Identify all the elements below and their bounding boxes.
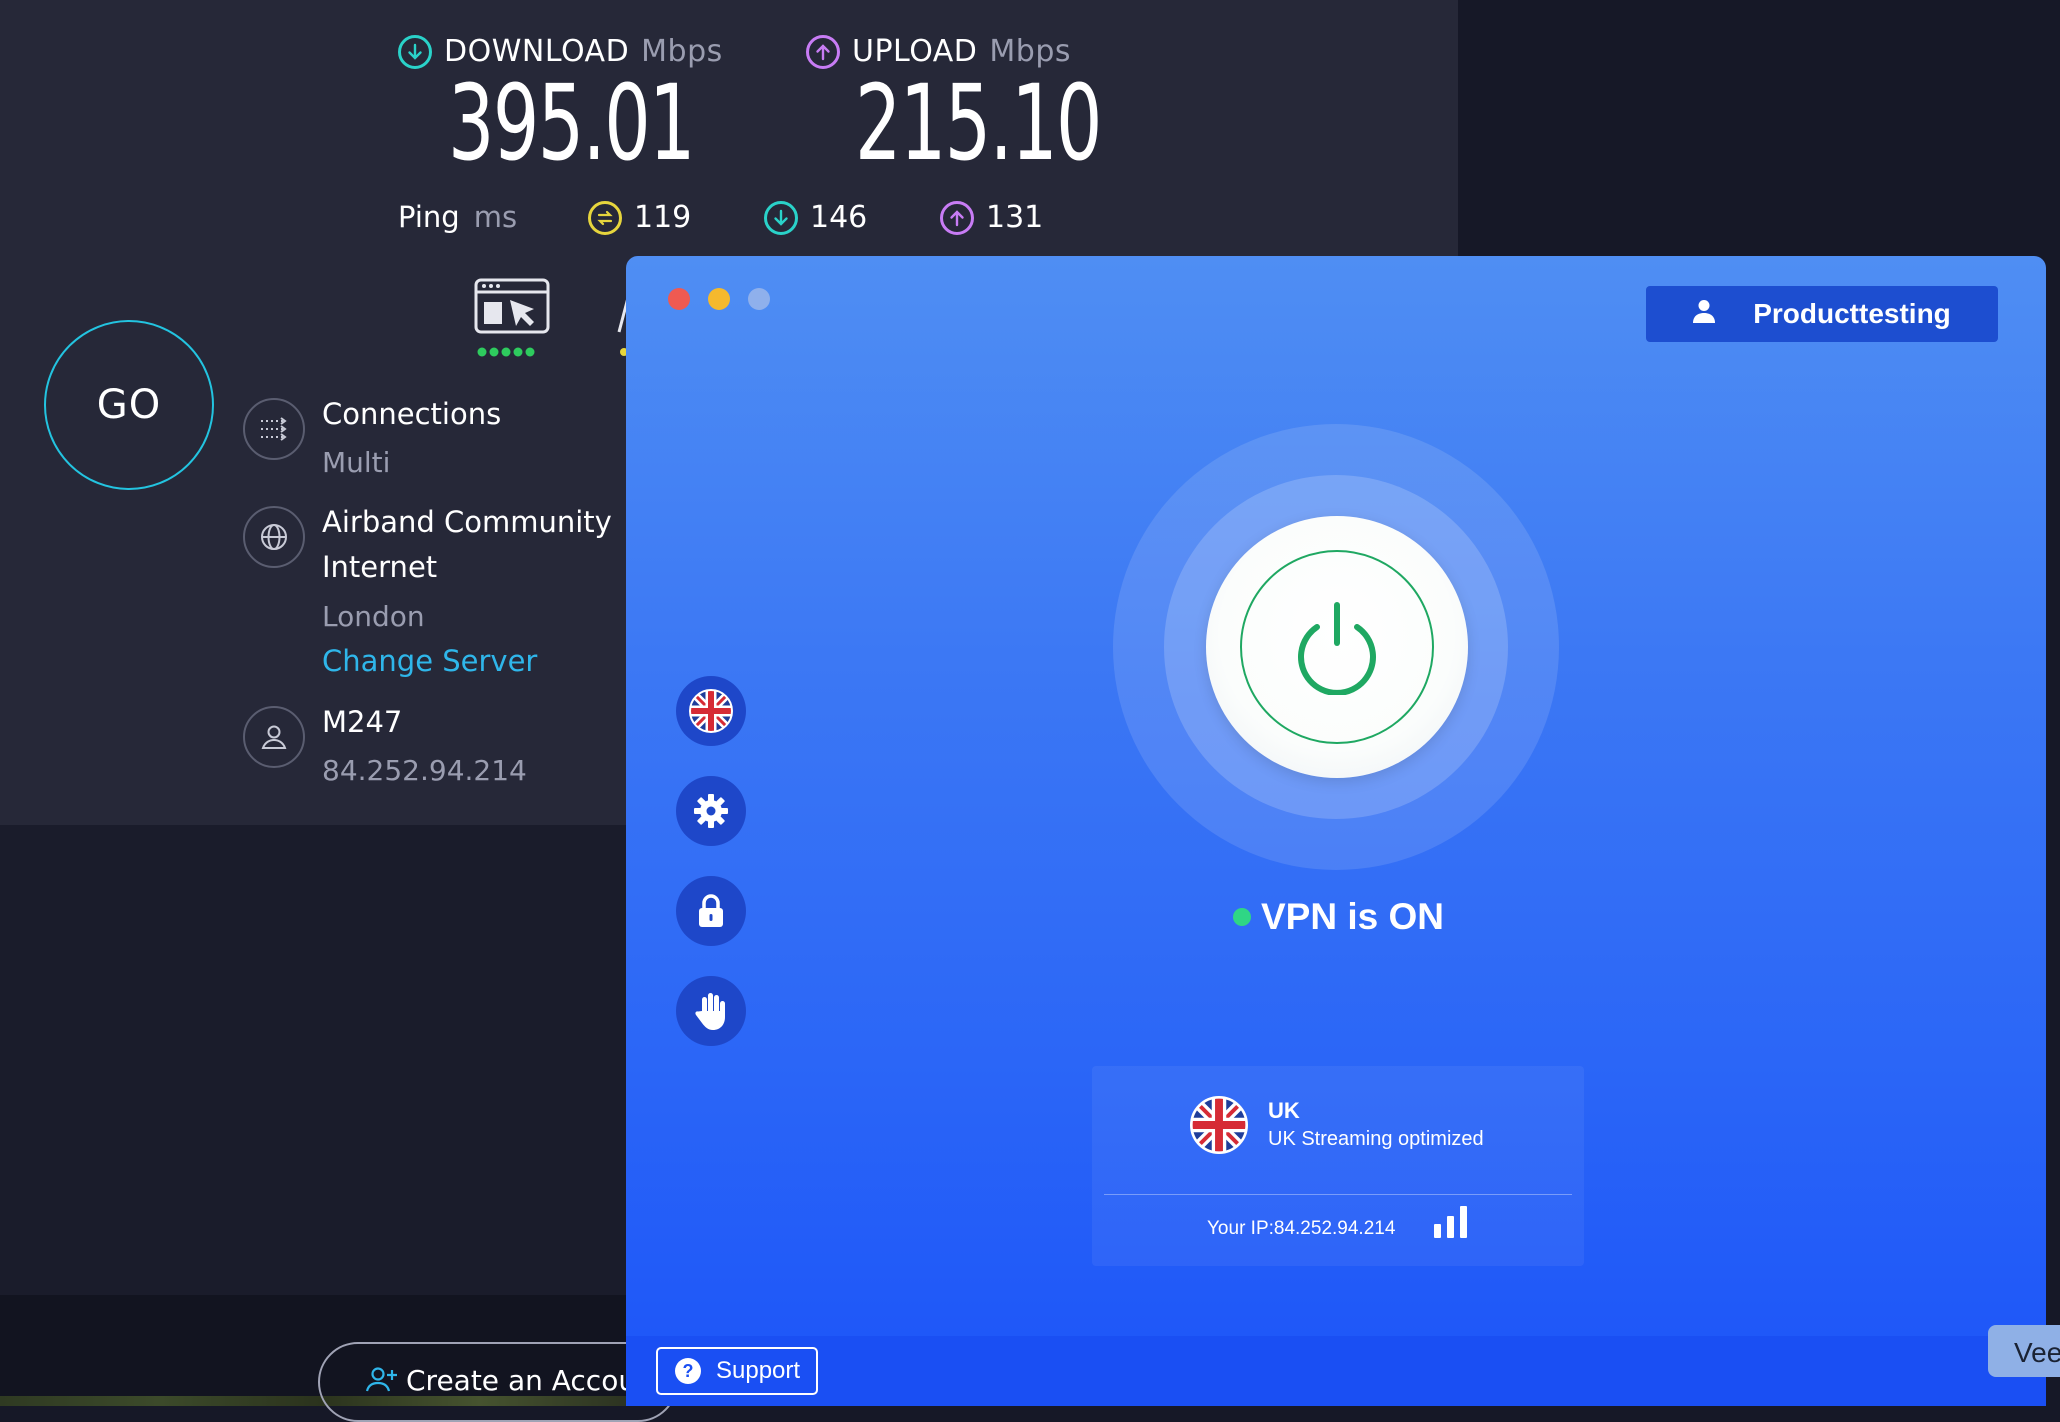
upload-value: 215.10 — [855, 62, 1102, 184]
server-description: UK Streaming optimized — [1268, 1128, 1484, 1150]
download-ping-icon — [764, 200, 798, 235]
close-window-button[interactable] — [668, 288, 690, 310]
vpn-bottom-bar: ? Support — [626, 1336, 2046, 1406]
connections-icon — [243, 398, 305, 460]
provider-ip: 84.252.94.214 — [322, 754, 527, 787]
vpn-status: VPN is ON — [1233, 896, 1444, 938]
ping-label: Ping — [398, 200, 460, 234]
person-icon — [1693, 298, 1716, 330]
ping-idle-value: 119 — [634, 200, 692, 235]
go-button[interactable]: GO — [44, 320, 214, 490]
signal-bars-icon — [1434, 1206, 1467, 1238]
vpn-status-text: VPN is ON — [1261, 896, 1444, 937]
support-button[interactable]: ? Support — [656, 1347, 818, 1395]
power-ring — [1240, 550, 1434, 744]
lock-icon — [699, 894, 723, 927]
security-button[interactable] — [676, 876, 746, 946]
account-name: Producttesting — [1753, 298, 1951, 329]
ping-idle: 119 — [588, 200, 691, 235]
vpn-window: Producttesting VPN is ON UK UK Streaming… — [626, 256, 2046, 1406]
connections-title: Connections — [322, 397, 502, 431]
ping-download-value: 146 — [810, 200, 868, 235]
upload-arrow-icon — [806, 34, 840, 69]
ping-download: 146 — [764, 200, 867, 235]
connections-value: Multi — [322, 446, 391, 479]
ping-upload: 131 — [940, 200, 1043, 235]
server-divider — [1104, 1194, 1572, 1195]
provider-title: M247 — [322, 705, 403, 739]
server-card[interactable]: UK UK Streaming optimized Your IP:84.252… — [1092, 1066, 1584, 1266]
server-title: Airband Community Internet — [322, 505, 612, 584]
user-icon — [243, 706, 305, 768]
edge-tab[interactable]: Vee — [1988, 1325, 2060, 1377]
account-button[interactable]: Producttesting — [1646, 286, 1998, 342]
settings-button[interactable] — [676, 776, 746, 846]
ping-upload-value: 131 — [986, 200, 1044, 235]
download-value: 395.01 — [448, 62, 695, 184]
your-ip: Your IP:84.252.94.214 — [1207, 1218, 1396, 1239]
change-server-link[interactable]: Change Server — [322, 644, 537, 678]
idle-ping-icon — [588, 200, 622, 235]
minimize-window-button[interactable] — [708, 288, 730, 310]
create-account-button[interactable]: Create an Accour — [318, 1342, 678, 1422]
gear-icon — [694, 794, 728, 828]
upload-ping-icon — [940, 200, 974, 235]
locations-button[interactable] — [676, 676, 746, 746]
server-location: London — [322, 600, 425, 633]
create-account-label: Create an Accour — [406, 1364, 648, 1397]
power-icon — [1298, 602, 1376, 695]
add-user-icon — [364, 1364, 400, 1401]
uk-flag-icon — [689, 689, 733, 733]
ping-unit: ms — [473, 200, 518, 234]
server-name: UK — [1268, 1098, 1300, 1123]
status-dot — [1233, 908, 1251, 926]
uk-flag-icon — [1190, 1096, 1248, 1154]
svg-text:?: ? — [683, 1361, 694, 1381]
globe-icon — [243, 506, 305, 568]
help-icon: ? — [675, 1358, 701, 1384]
support-label: Support — [716, 1357, 801, 1384]
ping-label-row: Ping ms — [398, 200, 517, 234]
block-button[interactable] — [676, 976, 746, 1046]
browser-cursor-icon[interactable] — [474, 278, 554, 362]
power-button[interactable] — [1206, 516, 1468, 778]
hand-icon — [695, 993, 725, 1030]
download-arrow-icon — [398, 34, 432, 69]
zoom-window-button[interactable] — [748, 288, 770, 310]
